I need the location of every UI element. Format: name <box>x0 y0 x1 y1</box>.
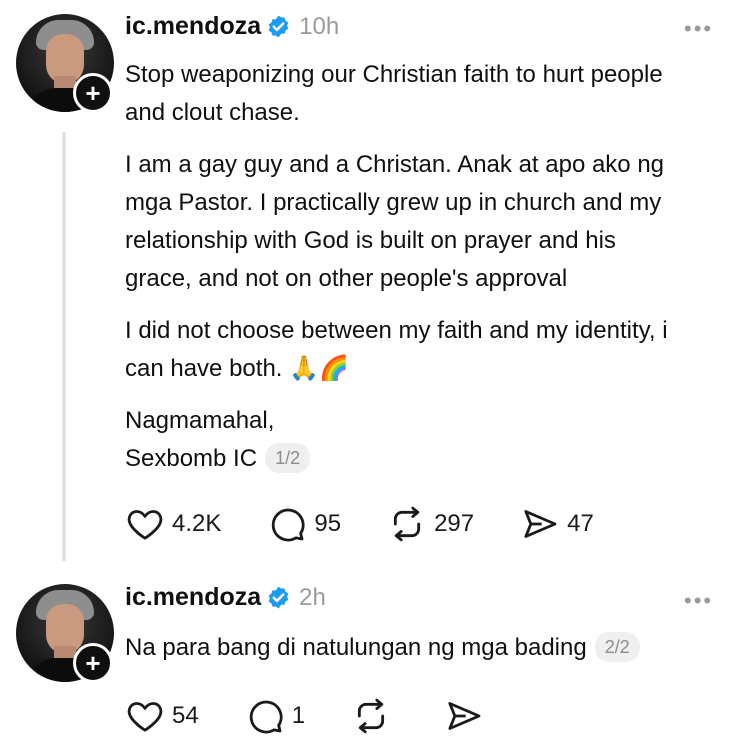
text-line: relationship with God is built on prayer… <box>125 227 616 254</box>
comment-icon <box>272 508 305 542</box>
more-options-icon[interactable]: ••• <box>684 588 713 614</box>
username[interactable]: ic.mendoza <box>125 583 261 612</box>
repost-button[interactable] <box>351 696 398 736</box>
paragraph: Stop weaponizing our Christian faith to … <box>125 56 725 132</box>
share-count: 47 <box>567 510 594 537</box>
text-line: can have both. 🙏🌈 <box>125 355 349 382</box>
follow-plus-icon[interactable]: + <box>73 73 113 113</box>
repost-count: 297 <box>434 510 475 537</box>
more-options-icon[interactable]: ••• <box>684 16 713 42</box>
text-line: Stop weaponizing our Christian faith to … <box>125 61 663 88</box>
verified-badge-icon <box>268 586 289 609</box>
like-button[interactable]: 54 <box>125 696 199 736</box>
post-header: ic.mendoza 2h <box>125 583 326 612</box>
action-bar: 54 1 <box>125 696 537 736</box>
paragraph: I am a gay guy and a Christan. Anak at a… <box>125 146 725 298</box>
repost-icon <box>357 698 385 734</box>
text-line: mga Pastor. I practically grew up in chu… <box>125 189 662 216</box>
heart-icon <box>127 510 163 540</box>
paragraph: I did not choose between my faith and my… <box>125 312 725 388</box>
comment-icon <box>249 700 283 734</box>
text-line: Nagmamahal, <box>125 407 275 434</box>
heart-icon <box>127 702 163 732</box>
reply-count: 95 <box>314 510 342 537</box>
send-icon <box>448 702 481 730</box>
text-line: I am a gay guy and a Christan. Anak at a… <box>125 151 665 178</box>
post-header: ic.mendoza 10h <box>125 12 339 41</box>
reply-button[interactable]: 1 <box>245 696 305 736</box>
repost-icon <box>393 506 421 542</box>
like-count: 54 <box>172 702 199 729</box>
share-button[interactable]: 47 <box>520 504 594 544</box>
reply-button[interactable]: 95 <box>267 504 341 544</box>
post-text: Na para bang di natulungan ng mga bading <box>125 634 587 661</box>
text-line: grace, and not on other people's approva… <box>125 265 568 292</box>
timestamp: 2h <box>299 583 326 611</box>
username[interactable]: ic.mendoza <box>125 12 261 41</box>
reply-count: 1 <box>291 702 306 729</box>
post-body: Na para bang di natulungan ng mga bading… <box>125 629 725 667</box>
repost-button[interactable]: 297 <box>387 504 474 544</box>
text-line: Na para bang di natulungan ng mga bading… <box>125 629 725 667</box>
like-count: 4.2K <box>172 510 222 537</box>
timestamp: 10h <box>299 12 340 40</box>
share-button[interactable] <box>444 696 491 736</box>
send-icon <box>524 510 557 538</box>
signature: Sexbomb IC <box>125 445 258 472</box>
thread-pager: 1/2 <box>265 443 311 473</box>
verified-badge-icon <box>268 15 289 38</box>
action-bar: 4.2K 95 297 47 <box>125 504 640 544</box>
paragraph: Nagmamahal, Sexbomb IC 1/2 <box>125 402 725 478</box>
like-button[interactable]: 4.2K <box>125 504 221 544</box>
thread-pager: 2/2 <box>594 632 640 662</box>
text-line: I did not choose between my faith and my… <box>125 317 668 344</box>
post-body: Stop weaponizing our Christian faith to … <box>125 56 725 492</box>
follow-plus-icon[interactable]: + <box>73 643 113 683</box>
thread-line <box>62 132 66 562</box>
text-line: and clout chase. <box>125 99 300 126</box>
text-line: Sexbomb IC 1/2 <box>125 440 725 478</box>
